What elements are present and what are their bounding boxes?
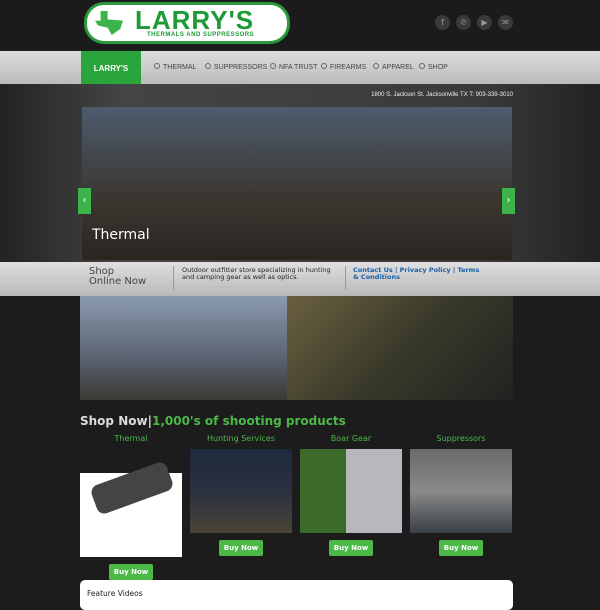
product-card: Thermal Buy Now [80, 434, 182, 580]
hero-slide[interactable]: Thermal [82, 107, 512, 260]
logo[interactable]: LARRY'S THERMALS AND SUPPRESSORS [84, 2, 290, 44]
shop-online-now: Shop Online Now [89, 266, 147, 287]
slider-next-button[interactable]: › [502, 188, 515, 214]
product-card: Boar Gear Buy Now [300, 434, 402, 556]
store-description: Outdoor outfitter store specializing in … [182, 266, 331, 281]
shop-title: Shop Now [80, 414, 148, 428]
product-card: Hunting Services Buy Now [190, 434, 292, 556]
buy-now-button[interactable]: Buy Now [438, 540, 484, 556]
address: 1800 S. Jackson St. Jacksonville TX T: 9… [371, 92, 513, 98]
info-bar: Shop Online Now Outdoor outfitter store … [0, 262, 600, 296]
email-icon[interactable]: ✉ [498, 15, 513, 30]
nav-nfa-trust[interactable]: NFA TRUST [270, 63, 317, 71]
nav-thermal[interactable]: THERMAL [154, 63, 196, 71]
nav-firearms[interactable]: FIREARMS [321, 63, 366, 71]
texas-icon [95, 11, 123, 35]
buy-now-button[interactable]: Buy Now [328, 540, 374, 556]
product-title[interactable]: Suppressors [410, 434, 512, 449]
slider-prev-button[interactable]: ‹ [78, 188, 91, 214]
slide-caption: Thermal [92, 227, 150, 243]
banner-rifle[interactable] [287, 296, 513, 400]
facebook-icon[interactable]: f [435, 15, 450, 30]
footer-links: Contact Us | Privacy Policy | Terms & Co… [353, 267, 483, 281]
link-separator: | [450, 266, 458, 274]
banner-hunter[interactable] [80, 296, 287, 400]
product-title[interactable]: Thermal [80, 434, 182, 449]
buy-now-button[interactable]: Buy Now [218, 540, 264, 556]
product-title[interactable]: Hunting Services [190, 434, 292, 449]
divider [345, 266, 346, 290]
feature-videos-title: Feature Videos [87, 589, 143, 598]
product-title[interactable]: Boar Gear [300, 434, 402, 449]
shop-heading: Shop Now|1,000's of shooting products [80, 414, 346, 428]
nav-suppressors[interactable]: SUPPRESSORS [205, 63, 267, 71]
youtube-icon[interactable]: ▶ [477, 15, 492, 30]
logo-tagline: THERMALS AND SUPPRESSORS [147, 32, 255, 38]
divider [173, 266, 174, 290]
product-image[interactable] [410, 449, 512, 533]
product-image[interactable] [80, 460, 182, 557]
thermal-scope-image [89, 460, 175, 516]
feature-videos-panel: Feature Videos [80, 580, 513, 610]
product-image[interactable] [190, 449, 292, 533]
product-card: Suppressors Buy Now [410, 434, 512, 556]
shop-subtitle: 1,000's of shooting products [151, 414, 346, 428]
pinterest-icon[interactable]: ℗ [456, 15, 471, 30]
nav-apparel[interactable]: APPAREL [373, 63, 414, 71]
privacy-policy-link[interactable]: Privacy Policy [400, 266, 451, 274]
nav-shop[interactable]: SHOP [419, 63, 448, 71]
product-image[interactable] [300, 449, 402, 533]
buy-now-button[interactable]: Buy Now [108, 564, 154, 580]
